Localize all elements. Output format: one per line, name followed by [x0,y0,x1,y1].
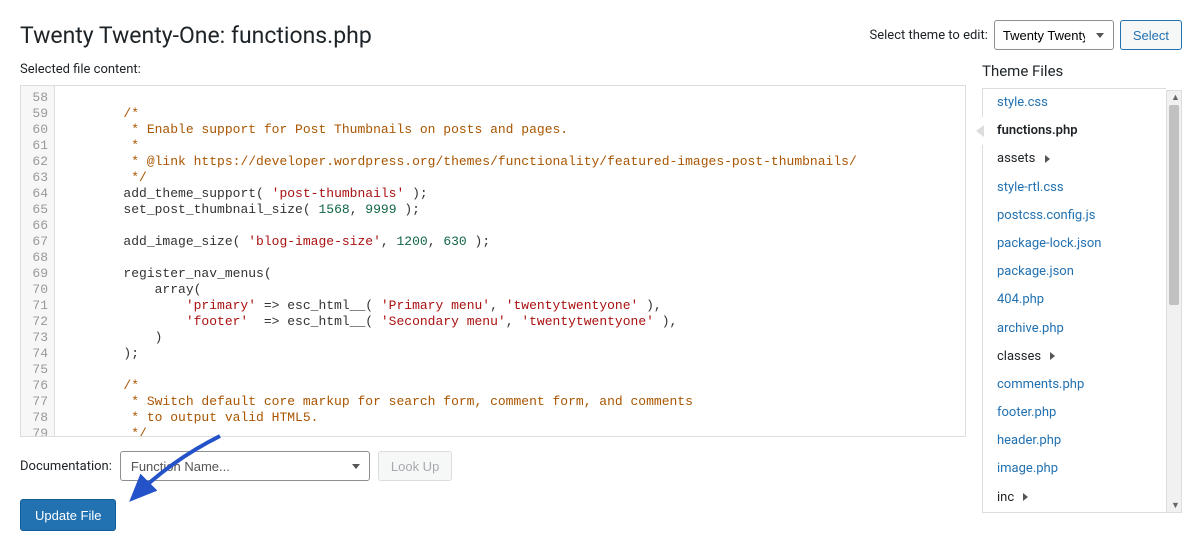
code-editor[interactable]: 5859606162636465666768697071727374757677… [20,85,966,437]
theme-folder-item[interactable]: classes [983,343,1166,371]
chevron-right-icon [1045,155,1050,163]
theme-folder-item[interactable]: assets [983,145,1166,173]
theme-select-label: Select theme to edit: [870,28,988,43]
chevron-right-icon [1023,493,1028,501]
theme-folder-item[interactable]: inc [983,484,1166,512]
chevron-right-icon [1050,352,1055,360]
theme-select-group: Select theme to edit: Twenty Twenty-O Se… [870,20,1182,50]
theme-file-item[interactable]: header.php [983,427,1166,455]
theme-file-item[interactable]: comments.php [983,371,1166,399]
selected-file-label: Selected file content: [20,62,966,77]
documentation-label: Documentation: [20,459,112,474]
documentation-select[interactable]: Function Name... [120,451,370,481]
theme-file-item[interactable]: image.php [983,455,1166,483]
theme-files-title: Theme Files [982,62,1182,80]
theme-file-item[interactable]: style.css [983,89,1166,117]
sidebar-scrollbar[interactable]: ▲ ▼ [1166,90,1182,513]
theme-file-item[interactable]: 404.php [983,286,1166,314]
select-theme-button[interactable]: Select [1120,20,1182,50]
theme-file-item[interactable]: package.json [983,258,1166,286]
theme-file-item[interactable]: style-rtl.css [983,174,1166,202]
theme-file-item[interactable]: archive.php [983,315,1166,343]
theme-file-item[interactable]: functions.php [982,117,1166,145]
page-title: Twenty Twenty-One: functions.php [20,22,372,49]
theme-select[interactable]: Twenty Twenty-O [994,20,1114,50]
theme-file-item[interactable]: footer.php [983,399,1166,427]
scroll-up-icon[interactable]: ▲ [1171,92,1180,103]
theme-file-item[interactable]: package-lock.json [983,230,1166,258]
code-body[interactable]: /* * Enable support for Post Thumbnails … [55,86,965,436]
lookup-button[interactable]: Look Up [378,451,452,481]
update-file-button[interactable]: Update File [20,499,116,531]
theme-file-item[interactable]: postcss.config.js [983,202,1166,230]
scrollbar-thumb[interactable] [1169,105,1179,305]
theme-file-list: style.cssfunctions.phpassets style-rtl.c… [982,88,1166,513]
scroll-down-icon[interactable]: ▼ [1171,500,1180,511]
line-gutter: 5859606162636465666768697071727374757677… [21,86,55,436]
